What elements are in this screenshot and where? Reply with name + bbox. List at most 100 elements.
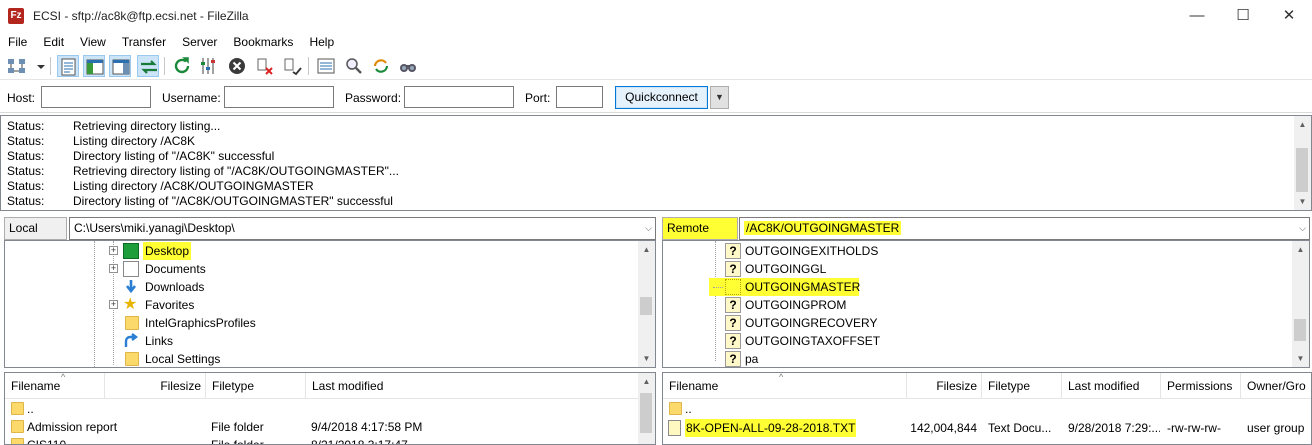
maximize-button[interactable]: ☐ <box>1220 0 1266 32</box>
file-row[interactable]: 8K-OPEN-ALL-09-28-2018.TXT 142,004,844 T… <box>663 419 1311 437</box>
log-row: Status: Retrieving directory listing... <box>7 119 221 133</box>
tree-item-intelgraphicsprofiles[interactable]: IntelGraphicsProfiles <box>105 314 305 332</box>
remote-path-text: /AC8K/OUTGOINGMASTER <box>744 221 902 235</box>
scroll-down-icon[interactable]: ▼ <box>638 350 655 367</box>
tree-item-outgoinggl[interactable]: ? OUTGOINGGL <box>723 260 983 278</box>
tree-item-downloads[interactable]: Downloads <box>105 278 305 296</box>
log-row: Status: Directory listing of "/AC8K/OUTGO… <box>7 194 393 208</box>
unknown-folder-icon: ? <box>725 243 741 259</box>
chevron-down-icon[interactable]: ⌵ <box>645 218 652 239</box>
expand-icon[interactable]: + <box>109 246 118 255</box>
log-scrollbar[interactable]: ▲ ▼ <box>1294 116 1311 210</box>
refresh-icon[interactable] <box>171 55 193 77</box>
site-manager-icon[interactable] <box>6 55 28 77</box>
process-queue-icon[interactable] <box>198 55 220 77</box>
tree-item-favorites[interactable]: + ★ Favorites <box>105 296 305 314</box>
tree-item-documents[interactable]: + Documents <box>105 260 305 278</box>
local-file-scroll-thumb[interactable] <box>640 393 652 433</box>
file-row[interactable]: Admission report File folder 9/4/2018 4:… <box>5 418 639 436</box>
local-tree-scrollbar[interactable]: ▲ ▼ <box>638 241 655 367</box>
local-site-bar: Local site: C:\Users\miki.yanagi\Desktop… <box>4 217 656 256</box>
directory-filters-icon[interactable] <box>315 55 337 77</box>
tree-item-pa[interactable]: ? pa <box>723 350 983 367</box>
minimize-button[interactable]: — <box>1174 0 1220 32</box>
column-filesize[interactable]: Filesize <box>105 373 206 399</box>
host-input[interactable] <box>41 86 151 108</box>
local-path-combo[interactable]: C:\Users\miki.yanagi\Desktop\ ⌵ <box>69 217 656 240</box>
host-label: Host: <box>7 91 36 105</box>
site-manager-dropdown-icon[interactable] <box>30 55 45 77</box>
scroll-down-icon[interactable]: ▼ <box>1292 350 1309 367</box>
username-input[interactable] <box>224 86 334 108</box>
file-row[interactable]: .. <box>5 400 639 418</box>
column-permissions[interactable]: Permissions <box>1161 373 1241 399</box>
scroll-up-icon[interactable]: ▲ <box>1294 116 1311 133</box>
toggle-local-tree-icon[interactable] <box>83 55 105 77</box>
port-input[interactable] <box>556 86 603 108</box>
scroll-down-icon[interactable]: ▼ <box>1294 193 1311 210</box>
remote-file-list[interactable]: ^ Filename Filesize Filetype Last modifi… <box>662 372 1312 445</box>
synchronized-browsing-icon[interactable] <box>370 55 392 77</box>
menu-bookmarks[interactable]: Bookmarks <box>223 32 299 52</box>
menu-transfer[interactable]: Transfer <box>112 32 172 52</box>
remote-tree-scrollbar[interactable]: ▲ ▼ <box>1292 241 1309 367</box>
local-file-scrollbar[interactable]: ▲ <box>638 373 655 444</box>
cancel-operation-icon[interactable] <box>226 55 248 77</box>
scroll-up-icon[interactable]: ▲ <box>638 373 655 390</box>
column-filename[interactable]: ^ Filename <box>5 373 105 399</box>
local-tree-scroll-thumb[interactable] <box>640 297 652 315</box>
disconnect-icon[interactable] <box>254 55 276 77</box>
menu-view[interactable]: View <box>70 32 112 52</box>
column-filesize[interactable]: Filesize <box>907 373 982 399</box>
quickconnect-button[interactable]: Quickconnect <box>615 86 708 109</box>
toggle-filename-filter-icon[interactable] <box>343 55 365 77</box>
folder-icon <box>125 352 139 366</box>
file-row[interactable]: CIS110 File folder 8/21/2018 3:17:47 <box>5 436 639 444</box>
tree-item-outgoingrecovery[interactable]: ? OUTGOINGRECOVERY <box>723 314 983 332</box>
tree-item-links[interactable]: Links <box>105 332 305 350</box>
remote-tree-scroll-thumb[interactable] <box>1294 319 1306 341</box>
column-filetype[interactable]: Filetype <box>982 373 1062 399</box>
chevron-down-icon[interactable]: ⌵ <box>1299 218 1306 239</box>
log-scroll-thumb[interactable] <box>1296 148 1308 192</box>
column-owner-group[interactable]: Owner/Gro <box>1241 373 1311 399</box>
file-row[interactable]: .. <box>663 400 1311 418</box>
tree-item-desktop[interactable]: + Desktop <box>105 242 305 260</box>
tree-item-outgoingexitholds[interactable]: ? OUTGOINGEXITHOLDS <box>723 242 983 260</box>
unknown-folder-icon: ? <box>725 333 741 349</box>
expand-icon[interactable]: + <box>109 300 118 309</box>
password-input[interactable] <box>404 86 514 108</box>
menu-server[interactable]: Server <box>172 32 223 52</box>
scroll-up-icon[interactable]: ▲ <box>638 241 655 258</box>
column-last-modified[interactable]: Last modified <box>1062 373 1161 399</box>
tree-item-outgoingmaster[interactable]: OUTGOINGMASTER <box>709 278 860 296</box>
tree-item-outgoingtaxoffset[interactable]: ? OUTGOINGTAXOFFSET <box>723 332 983 350</box>
column-last-modified[interactable]: Last modified <box>306 373 639 399</box>
menu-help[interactable]: Help <box>299 32 340 52</box>
link-arrow-icon <box>123 333 139 349</box>
message-log[interactable]: Status: Retrieving directory listing... S… <box>0 115 1312 211</box>
menu-file[interactable]: File <box>0 32 33 52</box>
quickconnect-dropdown-button[interactable]: ▼ <box>710 86 729 109</box>
close-button[interactable]: ✕ <box>1266 0 1312 32</box>
toolbar <box>0 52 1312 80</box>
text-file-icon <box>668 420 681 436</box>
toggle-message-log-icon[interactable] <box>57 55 79 77</box>
local-file-list[interactable]: ^ Filename Filesize Filetype Last modifi… <box>4 372 656 445</box>
tree-item-outgoingprom[interactable]: ? OUTGOINGPROM <box>723 296 983 314</box>
toggle-transfer-queue-icon[interactable] <box>137 55 159 77</box>
menu-edit[interactable]: Edit <box>33 32 70 52</box>
remote-directory-tree[interactable]: ? OUTGOINGEXITHOLDS ? OUTGOINGGL OUTGOIN… <box>662 240 1310 368</box>
reconnect-icon[interactable] <box>281 55 303 77</box>
local-site-label: Local site: <box>4 217 67 256</box>
local-directory-tree[interactable]: + Desktop + Documents Downloads + ★ Favo… <box>4 240 656 368</box>
scroll-up-icon[interactable]: ▲ <box>1292 241 1309 258</box>
tree-item-local-settings[interactable]: Local Settings <box>105 350 305 367</box>
toggle-remote-tree-icon[interactable] <box>109 55 131 77</box>
column-filename[interactable]: ^ Filename <box>663 373 907 399</box>
expand-icon[interactable]: + <box>109 264 118 273</box>
remote-path-combo[interactable]: /AC8K/OUTGOINGMASTER ⌵ <box>739 217 1310 240</box>
column-filetype[interactable]: Filetype <box>206 373 306 399</box>
search-remote-files-icon[interactable] <box>397 55 419 77</box>
star-icon: ★ <box>123 296 138 313</box>
